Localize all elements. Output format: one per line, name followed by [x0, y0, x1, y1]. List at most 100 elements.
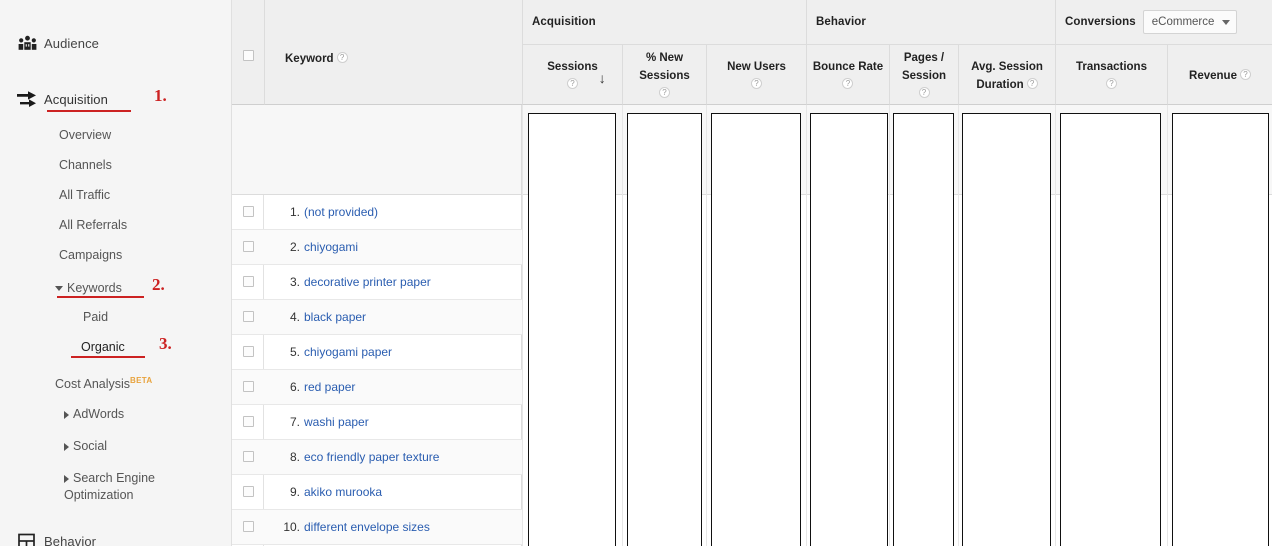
keyword-header-label: Keyword: [285, 53, 334, 65]
help-icon[interactable]: ?: [1105, 77, 1117, 89]
column-header-label: % New Sessions: [639, 51, 690, 82]
row-index: 10.: [283, 520, 300, 534]
column-header-transactions[interactable]: Transactions ?: [1055, 45, 1167, 105]
keyword-link[interactable]: chiyogami paper: [304, 345, 392, 359]
sidebar-item-overview[interactable]: Overview: [59, 127, 111, 143]
row-checkbox[interactable]: [243, 311, 254, 322]
column-header-pages-per-session[interactable]: Pages / Session ?: [889, 45, 958, 105]
keyword-link[interactable]: red paper: [304, 380, 355, 394]
sidebar-item-organic[interactable]: Organic: [81, 339, 125, 355]
sidebar-item-label: Organic: [81, 340, 125, 354]
table-row[interactable]: 9. akiko murooka: [232, 475, 522, 510]
conversions-type-select[interactable]: eCommerce: [1142, 10, 1238, 34]
audience-people-icon: [10, 35, 44, 51]
sidebar-item-label: Keywords: [67, 281, 122, 295]
column-separator: [889, 105, 890, 546]
help-icon[interactable]: ?: [918, 86, 930, 98]
table-row[interactable]: 7. washi paper: [232, 405, 522, 440]
keyword-link[interactable]: decorative printer paper: [304, 275, 431, 289]
table-row[interactable]: 10. different envelope sizes: [232, 510, 522, 545]
table-row[interactable]: 2. chiyogami: [232, 230, 522, 265]
row-checkbox[interactable]: [243, 381, 254, 392]
table-row[interactable]: 1. (not provided): [232, 195, 522, 230]
sidebar-item-paid[interactable]: Paid: [83, 309, 108, 325]
row-checkbox[interactable]: [243, 486, 254, 497]
column-header-sessions[interactable]: Sessions ? ↓: [522, 45, 622, 105]
column-header-label: Transactions: [1076, 60, 1147, 73]
help-icon[interactable]: ?: [842, 77, 854, 89]
help-icon[interactable]: ?: [1239, 68, 1251, 80]
help-icon[interactable]: ?: [336, 52, 348, 64]
keyword-link[interactable]: black paper: [304, 310, 366, 324]
sidebar-item-adwords[interactable]: AdWords: [64, 406, 124, 422]
sort-descending-icon[interactable]: ↓: [599, 71, 606, 85]
row-checkbox[interactable]: [243, 346, 254, 357]
column-header-new-users[interactable]: New Users ?: [706, 45, 806, 105]
keyword-column-header[interactable]: Keyword?: [264, 0, 522, 105]
keyword-link[interactable]: washi paper: [304, 415, 369, 429]
sidebar-item-channels[interactable]: Channels: [59, 157, 112, 173]
table-row[interactable]: 4. black paper: [232, 300, 522, 335]
help-icon[interactable]: ?: [659, 86, 670, 98]
annotation-underline-acquisition: [47, 110, 131, 112]
column-header-bounce-rate[interactable]: Bounce Rate ?: [806, 45, 889, 105]
row-checkbox[interactable]: [243, 276, 254, 287]
keyword-link[interactable]: different envelope sizes: [304, 520, 430, 534]
sidebar-item-label: All Referrals: [59, 218, 128, 232]
sidebar-item-cost-analysis[interactable]: Cost AnalysisBETA: [55, 373, 152, 392]
sidebar-item-audience[interactable]: Audience: [0, 28, 232, 58]
column-header-label: Revenue: [1189, 69, 1237, 82]
left-navigation-sidebar: Audience Acquisition 1. Overview Channel…: [0, 0, 232, 546]
sidebar-item-campaigns[interactable]: Campaigns: [59, 247, 122, 263]
sidebar-item-label: Acquisition: [44, 91, 108, 107]
sidebar-item-behavior[interactable]: Behavior: [0, 526, 232, 546]
sidebar-item-all-referrals[interactable]: All Referrals: [59, 217, 127, 233]
table-row[interactable]: 6. red paper: [232, 370, 522, 405]
sidebar-item-label: Audience: [44, 35, 100, 51]
annotation-number-1: 1.: [154, 86, 167, 105]
conversions-type-value: eCommerce: [1151, 16, 1215, 28]
row-checkbox[interactable]: [243, 416, 254, 427]
sidebar-item-label: Overview: [59, 128, 112, 142]
group-header-label: Acquisition: [532, 16, 596, 28]
table-row[interactable]: 5. chiyogami paper: [232, 335, 522, 370]
column-separator: [522, 105, 523, 546]
help-icon[interactable]: ?: [1026, 77, 1038, 89]
column-separator: [1167, 105, 1168, 546]
select-all-header-cell: [232, 0, 264, 105]
keyword-header-inner: Keyword?: [285, 49, 348, 67]
chevron-down-icon: [1222, 19, 1231, 25]
group-header-label: Behavior: [816, 16, 867, 28]
sidebar-item-keywords[interactable]: Keywords: [55, 280, 122, 296]
row-checkbox[interactable]: [243, 521, 254, 532]
column-separator: [806, 105, 807, 546]
summary-band-left: [232, 105, 522, 195]
column-header-revenue[interactable]: Revenue?: [1167, 45, 1272, 105]
sidebar-item-search-engine-optimization[interactable]: Search Engine Optimization: [64, 470, 204, 504]
help-icon[interactable]: ?: [751, 77, 762, 89]
keyword-link[interactable]: eco friendly paper texture: [304, 450, 439, 464]
keyword-link[interactable]: (not provided): [304, 205, 378, 219]
row-checkbox[interactable]: [243, 241, 254, 252]
sidebar-item-social[interactable]: Social: [64, 438, 107, 454]
row-index: 2.: [289, 240, 300, 254]
table-row[interactable]: 8. eco friendly paper texture: [232, 440, 522, 475]
table-row[interactable]: 3. decorative printer paper: [232, 265, 522, 300]
behavior-monitor-icon: [10, 533, 44, 546]
select-all-checkbox[interactable]: [243, 50, 254, 61]
sidebar-item-label: Behavior: [44, 533, 97, 546]
column-header-label: Bounce Rate: [812, 60, 884, 73]
keyword-link[interactable]: chiyogami: [304, 240, 358, 254]
keywords-data-table: Keyword? Acquisition Behavior Conversion…: [232, 0, 1272, 546]
sidebar-item-all-traffic[interactable]: All Traffic: [59, 187, 110, 203]
column-header-avg-session-duration[interactable]: Avg. Session Duration?: [958, 45, 1055, 105]
sidebar-item-label: Search Engine Optimization: [64, 471, 156, 502]
annotation-number-2: 2.: [152, 275, 165, 294]
help-icon[interactable]: ?: [567, 77, 578, 89]
sidebar-item-label: Campaigns: [59, 248, 123, 262]
column-header-percent-new-sessions[interactable]: % New Sessions ?: [622, 45, 706, 105]
row-checkbox[interactable]: [243, 451, 254, 462]
column-separator: [706, 105, 707, 546]
row-checkbox[interactable]: [243, 206, 254, 217]
keyword-link[interactable]: akiko murooka: [304, 485, 382, 499]
